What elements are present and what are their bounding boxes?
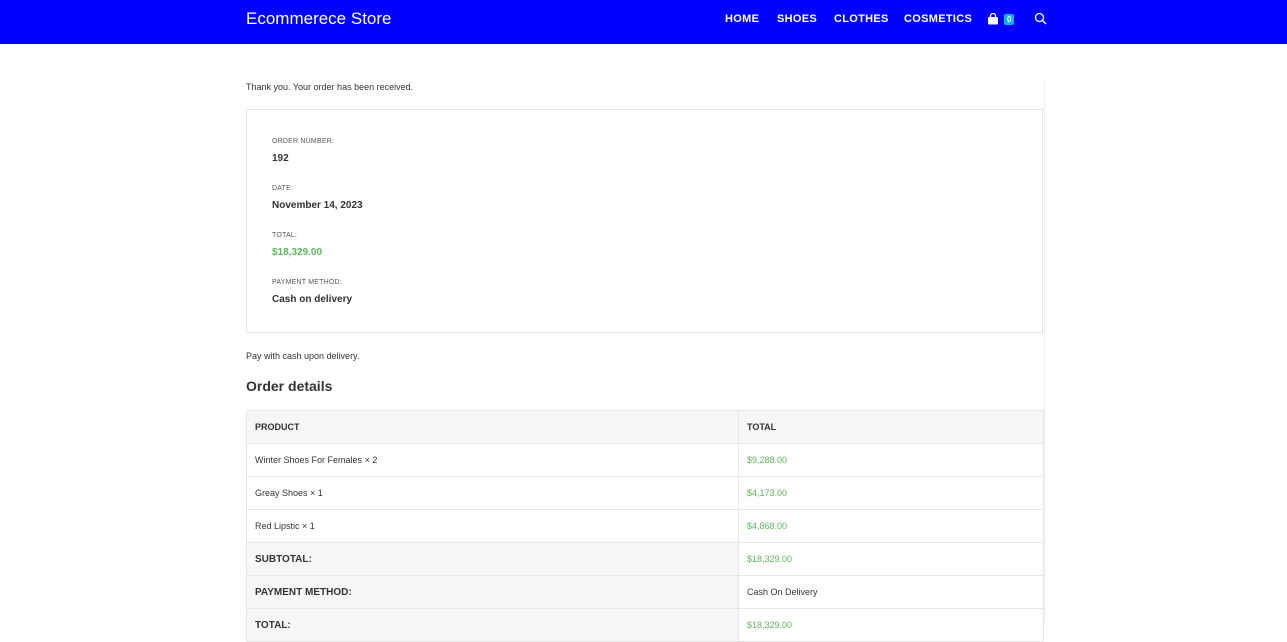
subtotal-label: SUBTOTAL:: [246, 542, 739, 576]
order-overview: ORDER NUMBER: 192 DATE: November 14, 202…: [246, 109, 1043, 333]
order-total-value: $18,329.00: [272, 247, 323, 258]
nav-home[interactable]: HOME: [725, 13, 759, 25]
shopping-bag-icon: [988, 13, 998, 25]
product-quantity: × 2: [364, 455, 378, 465]
top-navbar: Ecommerece Store HOME SHOES CLOTHES COSM…: [0, 0, 1287, 44]
subtotal-row: SUBTOTAL: $18,329.00: [246, 542, 1044, 576]
subtotal-value: $18,329.00: [738, 542, 1044, 576]
order-total-label: TOTAL:: [272, 232, 298, 239]
cart-count-badge: 0: [1004, 14, 1015, 25]
total-row-value: $18,329.00: [738, 608, 1044, 642]
nav-shoes[interactable]: SHOES: [777, 13, 817, 25]
product-link[interactable]: Winter Shoes For Females: [255, 455, 362, 465]
payment-method-value: Cash on delivery: [272, 294, 353, 305]
table-header-row: PRODUCT TOTAL: [246, 410, 1044, 444]
line-total: $4,173.00: [738, 476, 1044, 510]
order-number-label: ORDER NUMBER:: [272, 138, 335, 145]
payment-method-label: PAYMENT METHOD:: [272, 279, 342, 286]
order-details-table: PRODUCT TOTAL Winter Shoes For Females ×…: [246, 410, 1044, 642]
product-quantity: × 1: [302, 521, 315, 531]
order-details-heading: Order details: [246, 378, 333, 394]
search-icon[interactable]: [1034, 12, 1048, 26]
total-row: TOTAL: $18,329.00: [246, 608, 1044, 642]
payment-note: Pay with cash upon delivery.: [246, 351, 360, 361]
table-row: Red Lipstic × 1 $4,868.00: [246, 509, 1044, 543]
product-link[interactable]: Red Lipstic: [255, 521, 300, 531]
cart-button[interactable]: 0: [987, 12, 1017, 28]
product-cell: Red Lipstic × 1: [246, 509, 739, 543]
order-date-label: DATE:: [272, 185, 294, 192]
payment-method-row: PAYMENT METHOD: Cash On Delivery: [246, 575, 1044, 609]
payment-method-row-value: Cash On Delivery: [738, 575, 1044, 609]
total-column-header: TOTAL: [738, 410, 1044, 444]
product-column-header: PRODUCT: [246, 410, 739, 444]
content-divider: [1044, 80, 1045, 624]
nav-cosmetics[interactable]: COSMETICS: [904, 13, 972, 25]
order-received-notice: Thank you. Your order has been received.: [246, 82, 414, 92]
line-total: $4,868.00: [738, 509, 1044, 543]
site-brand[interactable]: Ecommerece Store: [246, 9, 392, 29]
total-row-label: TOTAL:: [246, 608, 739, 642]
nav-clothes[interactable]: CLOTHES: [834, 13, 889, 25]
product-quantity: × 1: [310, 488, 323, 498]
product-cell: Winter Shoes For Females × 2: [246, 443, 739, 477]
order-number-value: 192: [272, 153, 289, 164]
line-total: $9,288.00: [738, 443, 1044, 477]
table-row: Winter Shoes For Females × 2 $9,288.00: [246, 443, 1044, 477]
order-date-value: November 14, 2023: [272, 200, 363, 211]
product-cell: Greay Shoes × 1: [246, 476, 739, 510]
product-link[interactable]: Greay Shoes: [255, 488, 308, 498]
table-row: Greay Shoes × 1 $4,173.00: [246, 476, 1044, 510]
payment-method-row-label: PAYMENT METHOD:: [246, 575, 739, 609]
